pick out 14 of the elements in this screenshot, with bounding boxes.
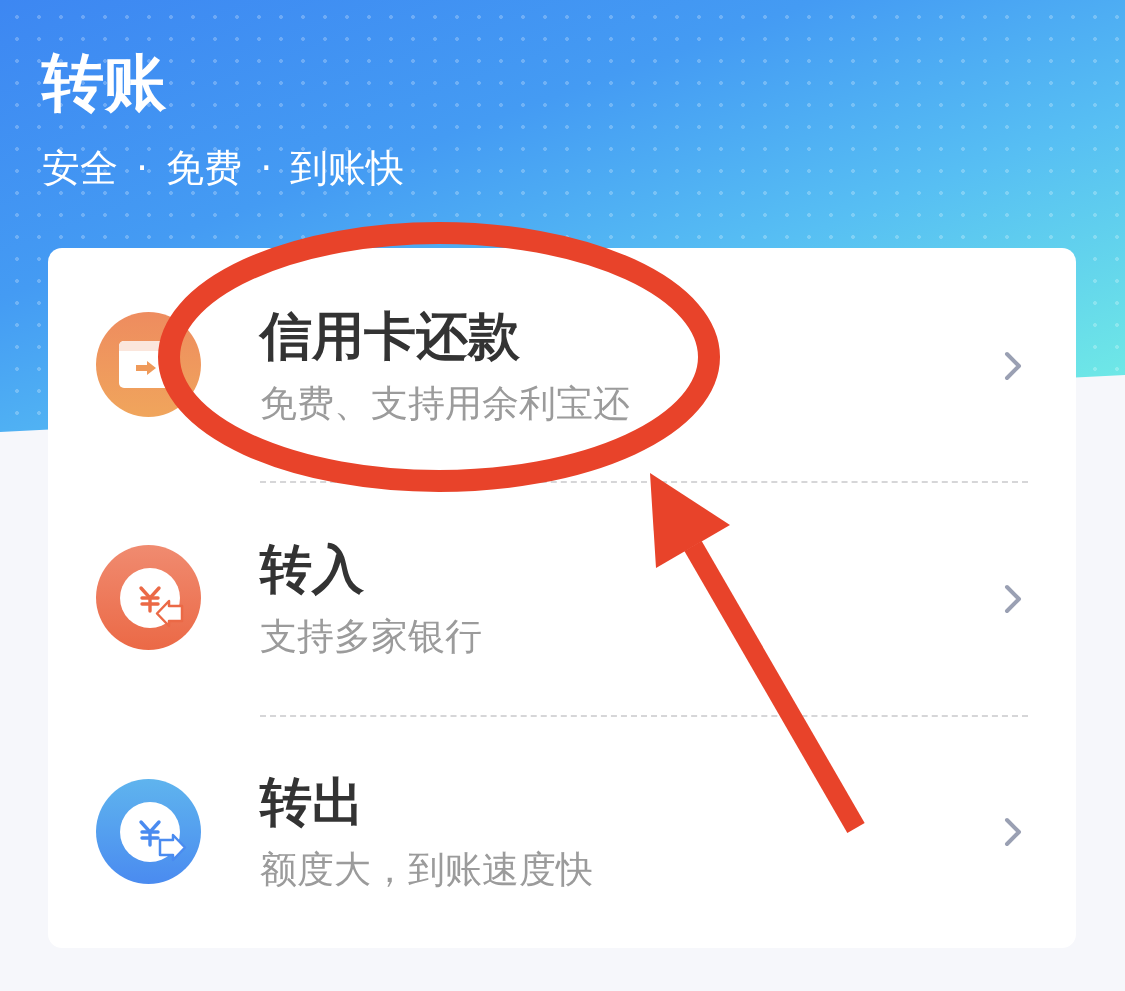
chevron-right-icon <box>1004 817 1022 848</box>
coin-out-icon <box>96 778 201 884</box>
option-description: 额度大，到账速度快 <box>260 847 593 894</box>
option-title[interactable]: 转入 <box>260 538 364 600</box>
option-title[interactable]: 转出 <box>260 771 364 834</box>
option-description: 支持多家银行 <box>260 614 482 660</box>
option-title[interactable]: 信用卡还款 <box>260 304 520 367</box>
page-title: 转账 <box>42 46 166 120</box>
page-subtitle: 安全 · 免费 · 到账快 <box>42 145 405 192</box>
chevron-right-icon <box>1004 350 1022 381</box>
option-description: 免费、支持用余利宝还 <box>260 380 630 427</box>
card-payment-icon <box>96 312 201 418</box>
chevron-right-icon <box>1004 584 1022 614</box>
coin-in-icon <box>96 545 201 651</box>
